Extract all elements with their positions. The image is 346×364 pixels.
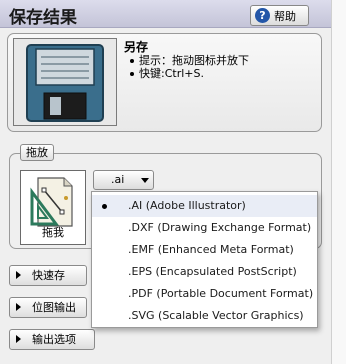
help-button-label: 帮助 xyxy=(274,9,296,23)
hint-drag: 提示：拖动图标并放下 xyxy=(130,54,249,67)
chevron-down-icon xyxy=(141,178,149,183)
triangle-right-icon xyxy=(16,271,21,279)
hint-shortcut: 快键:Ctrl+S. xyxy=(130,67,249,80)
format-dropdown[interactable]: .ai xyxy=(93,170,154,190)
output-options-label: 输出选项 xyxy=(32,333,76,346)
format-option-label: .AI (Adobe Illustrator) xyxy=(128,199,246,212)
format-option-emf[interactable]: .EMF (Enhanced Meta Format) xyxy=(92,239,317,261)
scrollbar[interactable] xyxy=(331,0,346,364)
format-option-ai[interactable]: .AI (Adobe Illustrator) xyxy=(92,195,317,217)
format-option-dxf[interactable]: .DXF (Drawing Exchange Format) xyxy=(92,217,317,239)
format-option-label: .EMF (Enhanced Meta Format) xyxy=(128,243,294,256)
vector-file-icon xyxy=(30,177,73,227)
floppy-disk-icon[interactable] xyxy=(13,38,117,126)
format-option-eps[interactable]: .EPS (Encapsulated PostScript) xyxy=(92,261,317,283)
format-option-pdf[interactable]: .PDF (Portable Document Format) xyxy=(92,283,317,305)
drag-source[interactable]: 拖我 xyxy=(20,170,86,245)
save-as-panel: 另存 提示：拖动图标并放下 快键:Ctrl+S. xyxy=(7,33,322,132)
panel-header: 保存结果 ? 帮助 xyxy=(0,0,331,28)
bitmap-output-label: 位图输出 xyxy=(32,301,76,314)
quick-save-button[interactable]: 快速存 xyxy=(9,265,87,286)
help-icon: ? xyxy=(255,8,270,23)
triangle-right-icon xyxy=(16,303,21,311)
drag-drop-legend: 拖放 xyxy=(20,144,54,161)
selected-bullet-icon xyxy=(102,204,107,209)
save-as-title: 另存 xyxy=(124,40,149,54)
output-options-button[interactable]: 输出选项 xyxy=(9,329,95,350)
help-button[interactable]: ? 帮助 xyxy=(250,5,309,26)
save-hints-list: 提示：拖动图标并放下 快键:Ctrl+S. xyxy=(130,54,249,80)
format-option-label: .EPS (Encapsulated PostScript) xyxy=(128,265,297,278)
format-option-svg[interactable]: .SVG (Scalable Vector Graphics) xyxy=(92,305,317,327)
format-dropdown-value: .ai xyxy=(111,173,125,186)
drag-me-label: 拖我 xyxy=(42,226,64,239)
quick-save-label: 快速存 xyxy=(32,269,65,282)
format-option-label: .DXF (Drawing Exchange Format) xyxy=(128,221,312,234)
triangle-right-icon xyxy=(16,335,21,343)
panel-title: 保存结果 xyxy=(9,8,77,28)
format-option-label: .SVG (Scalable Vector Graphics) xyxy=(128,309,304,322)
format-menu: .AI (Adobe Illustrator) .DXF (Drawing Ex… xyxy=(91,191,318,328)
bitmap-output-button[interactable]: 位图输出 xyxy=(9,297,87,318)
format-option-label: .PDF (Portable Document Format) xyxy=(128,287,314,300)
